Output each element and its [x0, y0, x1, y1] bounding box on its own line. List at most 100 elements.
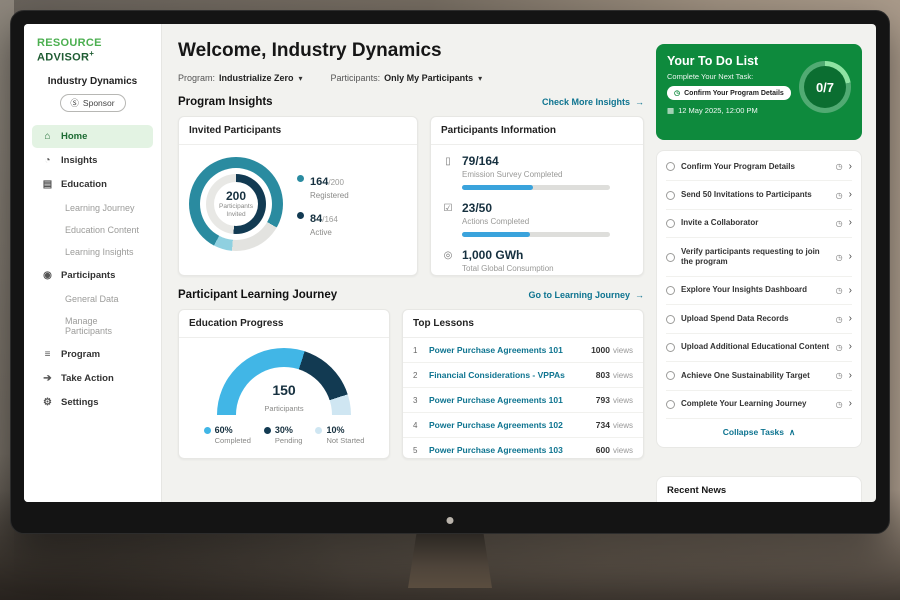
task-row-upload-educational-content[interactable]: Upload Additional Educational Content ◷ … — [666, 334, 852, 362]
lesson-link[interactable]: Power Purchase Agreements 103 — [429, 445, 588, 455]
sidebar-item-education[interactable]: ▤ Education — [32, 173, 153, 196]
sponsor-label: Sponsor — [83, 98, 115, 108]
sidebar-item-manage-participants[interactable]: Manage Participants — [32, 310, 153, 342]
clock-icon: ◷ — [836, 343, 843, 352]
task-row-confirm-program[interactable]: Confirm Your Program Details ◷ › — [666, 153, 852, 181]
task-checkbox[interactable] — [666, 400, 675, 409]
card-title: Participants Information — [431, 117, 643, 145]
card-title: Invited Participants — [179, 117, 417, 145]
logo-text-primary: RESOURCE — [37, 37, 102, 49]
sidebar-item-insights[interactable]: ◔ Insights — [32, 149, 153, 172]
sidebar: RESOURCE ADVISOR+ Industry Dynamics Ⓢ Sp… — [24, 24, 162, 502]
chevron-right-icon: › — [849, 399, 852, 409]
task-row-send-invitations[interactable]: Send 50 Invitations to Participants ◷ › — [666, 181, 852, 209]
program-insights-header: Program Insights Check More Insights → — [178, 96, 644, 108]
sidebar-item-education-content[interactable]: Education Content — [32, 219, 153, 241]
task-row-verify-participants[interactable]: Verify participants requesting to join t… — [666, 238, 852, 277]
checklist-icon: ☑ — [443, 203, 453, 214]
education-progress-card: Education Progress 150 Participants — [178, 309, 390, 459]
sidebar-item-label: Program — [61, 349, 100, 360]
take-action-icon: ➔ — [42, 373, 53, 384]
sponsor-badge[interactable]: Ⓢ Sponsor — [60, 94, 126, 112]
sidebar-item-general-data[interactable]: General Data — [32, 288, 153, 310]
sidebar-item-home[interactable]: ⌂ Home — [32, 125, 153, 148]
progress-bar — [462, 185, 610, 190]
program-filter-dropdown[interactable]: Program: Industrialize Zero ▾ — [178, 73, 303, 83]
task-checkbox[interactable] — [666, 162, 675, 171]
collapse-tasks-link[interactable]: Collapse Tasks ∧ — [666, 419, 852, 445]
arrow-right-icon: → — [635, 97, 644, 107]
sidebar-item-program[interactable]: ≡ Program — [32, 343, 153, 366]
sidebar-item-learning-journey[interactable]: Learning Journey — [32, 197, 153, 219]
clock-icon: ◷ — [836, 219, 843, 228]
chevron-right-icon: › — [849, 162, 852, 172]
invited-participants-donut-chart: 200 Participants Invited — [189, 157, 283, 251]
lesson-link[interactable]: Power Purchase Agreements 101 — [429, 345, 583, 355]
clock-icon: ◷ — [836, 400, 843, 409]
monitor-stand — [408, 534, 492, 588]
education-icon: ▤ — [42, 179, 53, 190]
stat-actions-completed: ☑ 23/50 Actions Completed — [431, 192, 643, 239]
legend-dot — [204, 427, 211, 434]
task-checkbox[interactable] — [666, 191, 675, 200]
learning-journey-header: Participant Learning Journey Go to Learn… — [178, 289, 644, 301]
card-title: Top Lessons — [403, 310, 643, 338]
task-row-complete-learning-journey[interactable]: Complete Your Learning Journey ◷ › — [666, 391, 852, 419]
clock-icon: ◷ — [836, 191, 843, 200]
sidebar-item-label: Education — [61, 179, 107, 190]
lesson-row[interactable]: 4 Power Purchase Agreements 102 734views — [403, 413, 643, 438]
check-more-insights-link[interactable]: Check More Insights → — [542, 97, 644, 107]
donut-center-label: 200 Participants Invited — [213, 181, 259, 227]
legend-item-pending: 30% Pending — [264, 425, 303, 445]
sidebar-item-label: Participants — [61, 270, 115, 281]
task-checkbox[interactable] — [666, 286, 675, 295]
go-to-learning-journey-link[interactable]: Go to Learning Journey → — [528, 290, 644, 300]
task-checkbox[interactable] — [666, 371, 675, 380]
logo-text-secondary: ADVISOR — [37, 52, 89, 64]
power-led-icon — [447, 517, 454, 524]
lesson-link[interactable]: Power Purchase Agreements 102 — [429, 420, 588, 430]
section-title: Program Insights — [178, 96, 273, 108]
task-row-invite-collaborator[interactable]: Invite a Collaborator ◷ › — [666, 210, 852, 238]
task-row-achieve-target[interactable]: Achieve One Sustainability Target ◷ › — [666, 362, 852, 390]
insights-cards-row: Invited Participants 200 Participants In… — [178, 116, 644, 276]
chevron-right-icon: › — [849, 190, 852, 200]
lesson-row[interactable]: 2 Financial Considerations - VPPAs 803vi… — [403, 363, 643, 388]
lesson-row[interactable]: 1 Power Purchase Agreements 101 1000view… — [403, 338, 643, 363]
stat-global-consumption: ◎ 1,000 GWh Total Global Consumption — [431, 239, 643, 275]
legend-dot — [297, 212, 304, 219]
task-checkbox[interactable] — [666, 315, 675, 324]
task-row-upload-spend-data[interactable]: Upload Spend Data Records ◷ › — [666, 305, 852, 333]
chevron-down-icon: ▾ — [478, 74, 482, 83]
top-lessons-card: Top Lessons 1 Power Purchase Agreements … — [402, 309, 644, 459]
task-row-explore-insights[interactable]: Explore Your Insights Dashboard ◷ › — [666, 277, 852, 305]
clock-icon: ◷ — [836, 286, 843, 295]
todo-summary-card: Your To Do List Complete Your Next Task:… — [656, 44, 862, 140]
participants-filter-dropdown[interactable]: Participants: Only My Participants ▾ — [331, 73, 483, 83]
task-checkbox[interactable] — [666, 253, 675, 262]
participants-information-card: Participants Information ▯ 79/164 Emissi… — [430, 116, 644, 276]
main-content: Welcome, Industry Dynamics Program: Indu… — [162, 24, 656, 502]
lesson-row[interactable]: 3 Power Purchase Agreements 101 793views — [403, 388, 643, 413]
org-name: Industry Dynamics — [24, 76, 161, 87]
legend-item-registered: 164/200 Registered — [297, 172, 349, 200]
sidebar-item-settings[interactable]: ⚙ Settings — [32, 391, 153, 414]
clock-icon: ◷ — [836, 253, 843, 262]
sidebar-item-label: Settings — [61, 397, 98, 408]
task-checkbox[interactable] — [666, 343, 675, 352]
education-progress-gauge-chart: 150 Participants — [217, 348, 351, 416]
lesson-row[interactable]: 5 Power Purchase Agreements 103 600views — [403, 438, 643, 462]
lesson-link[interactable]: Power Purchase Agreements 101 — [429, 395, 588, 405]
lesson-link[interactable]: Financial Considerations - VPPAs — [429, 370, 588, 380]
sidebar-item-learning-insights[interactable]: Learning Insights — [32, 241, 153, 263]
sidebar-nav: ⌂ Home ◔ Insights ▤ Education Learning J… — [24, 125, 161, 414]
home-icon: ⌂ — [42, 131, 53, 142]
sidebar-item-take-action[interactable]: ➔ Take Action — [32, 367, 153, 390]
task-checkbox[interactable] — [666, 219, 675, 228]
next-task-pill[interactable]: ◷ Confirm Your Program Details — [667, 86, 791, 100]
stat-emission-survey: ▯ 79/164 Emission Survey Completed — [431, 145, 643, 192]
section-title: Participant Learning Journey — [178, 289, 337, 301]
legend-dot — [297, 175, 304, 182]
sidebar-item-participants[interactable]: ◉ Participants — [32, 264, 153, 287]
todo-panel: Your To Do List Complete Your Next Task:… — [656, 24, 862, 502]
